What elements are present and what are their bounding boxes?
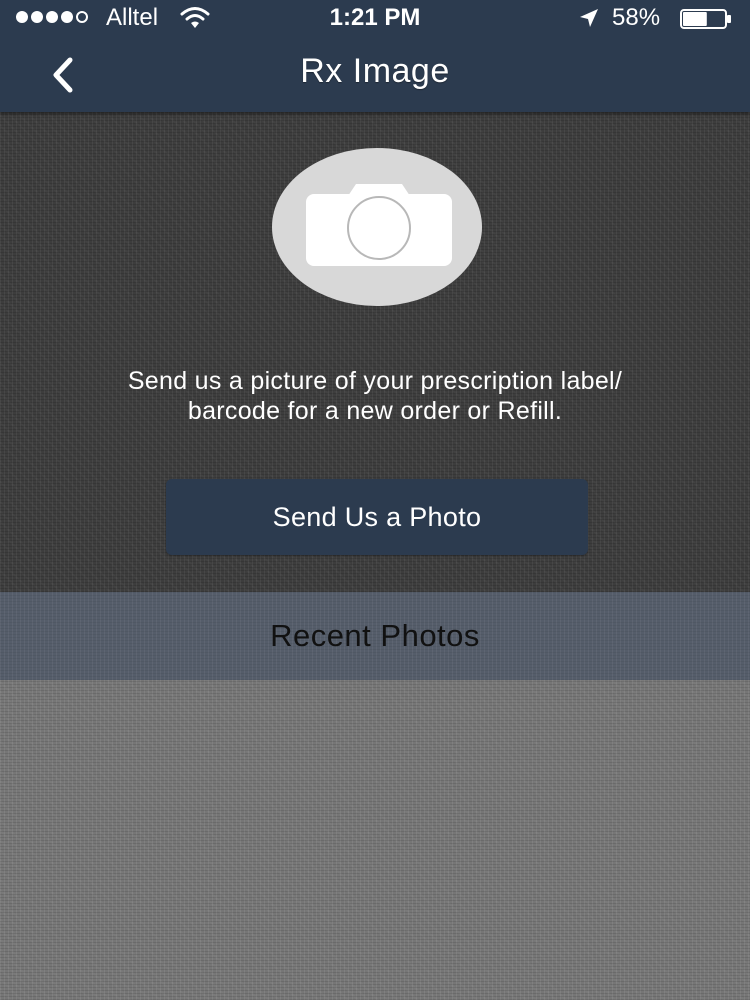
- recent-photos-list: [0, 680, 750, 1000]
- header: Alltel 1:21 PM 58% Rx Image: [0, 0, 750, 112]
- recent-photos-title: Recent Photos: [270, 618, 480, 653]
- instructions-line-1: Send us a picture of your prescription l…: [127, 367, 623, 395]
- nav-bar: Rx Image: [0, 38, 750, 112]
- recent-photos-header: Recent Photos: [0, 592, 750, 680]
- page-title: Rx Image: [300, 52, 450, 90]
- instructions-text: Send us a picture of your prescription l…: [20, 366, 730, 426]
- rx-image-screen: Alltel 1:21 PM 58% Rx Image Send us a pi…: [0, 0, 750, 1000]
- camera-icon: [306, 184, 452, 266]
- status-bar: Alltel 1:21 PM 58%: [0, 0, 750, 38]
- battery-percent: 58%: [612, 4, 661, 31]
- send-photo-button[interactable]: Send Us a Photo: [166, 479, 588, 555]
- battery-icon: [680, 9, 731, 29]
- camera-button[interactable]: [272, 148, 482, 306]
- instructions-line-2: barcode for a new order or Refill.: [187, 397, 563, 425]
- location-arrow-icon: [580, 9, 598, 27]
- upload-section: Send us a picture of your prescription l…: [0, 112, 750, 592]
